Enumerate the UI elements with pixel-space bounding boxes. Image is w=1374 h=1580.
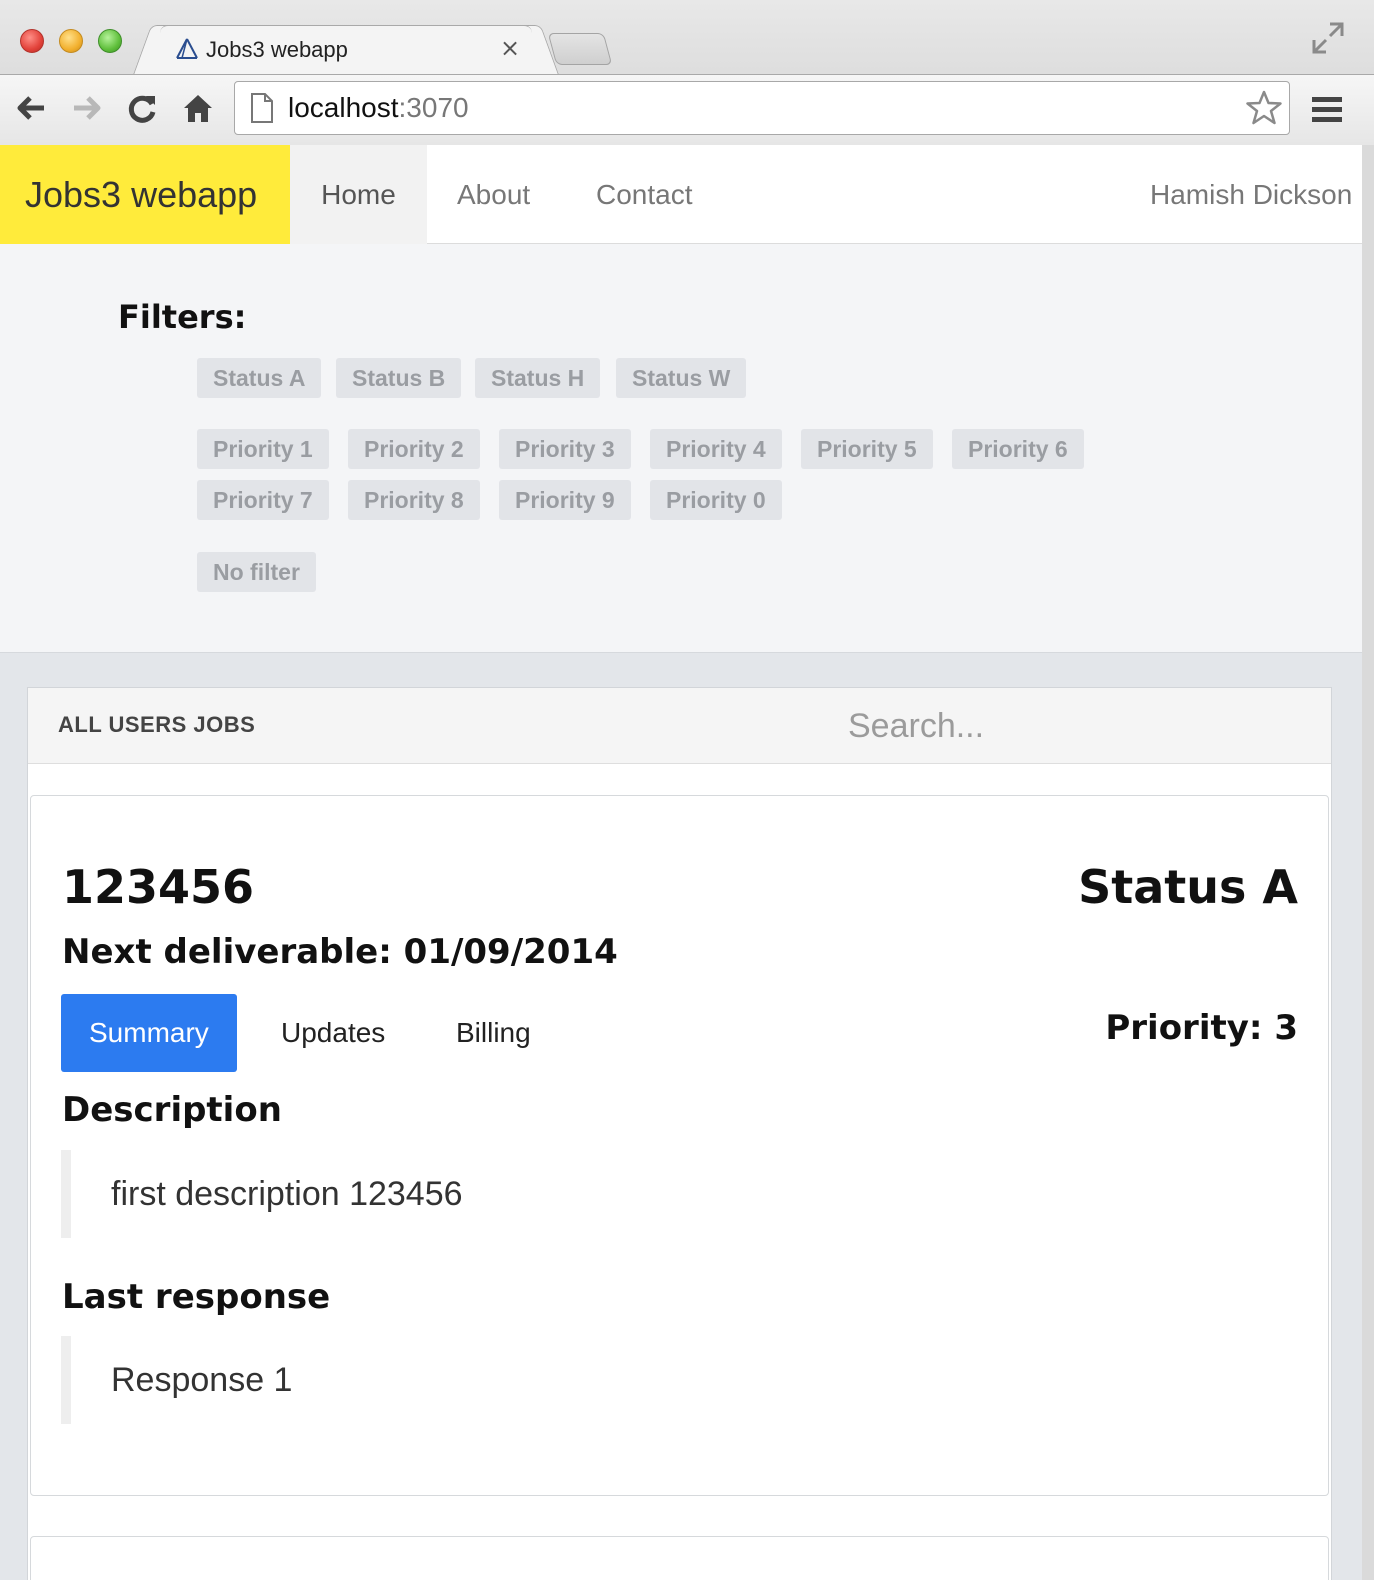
search-input[interactable] — [848, 702, 1298, 750]
zoom-window-button[interactable] — [98, 29, 122, 53]
filter-priority-8[interactable]: Priority 8 — [348, 480, 480, 520]
job-next-deliverable: Next deliverable: 01/09/2014 — [62, 932, 618, 972]
filter-priority-3[interactable]: Priority 3 — [499, 429, 631, 469]
nav-about[interactable]: About — [457, 145, 530, 244]
filter-priority-6[interactable]: Priority 6 — [952, 429, 1084, 469]
fullscreen-icon[interactable] — [1310, 20, 1346, 56]
home-icon[interactable] — [180, 90, 216, 126]
job-priority: Priority: 3 — [1105, 1008, 1298, 1048]
brand-logo[interactable]: Jobs3 webapp — [0, 145, 290, 244]
filter-priority-4[interactable]: Priority 4 — [650, 429, 782, 469]
job-card: 123456 Status A Next deliverable: 01/09/… — [30, 795, 1329, 1496]
new-tab-button[interactable] — [547, 33, 613, 65]
filter-priority-7[interactable]: Priority 7 — [197, 480, 329, 520]
page-icon — [251, 93, 273, 123]
filter-status-h[interactable]: Status H — [475, 358, 601, 398]
filter-priority-9[interactable]: Priority 9 — [499, 480, 631, 520]
last-response-title: Last response — [62, 1277, 331, 1317]
url-text[interactable]: localhost:3070 — [288, 92, 469, 124]
url-port: :3070 — [398, 92, 469, 123]
filter-none[interactable]: No filter — [197, 552, 316, 592]
tab-updates[interactable]: Updates — [281, 994, 385, 1072]
close-tab-icon[interactable]: × — [500, 34, 520, 62]
filter-priority-5[interactable]: Priority 5 — [801, 429, 933, 469]
filter-priority-1[interactable]: Priority 1 — [197, 429, 329, 469]
reload-icon[interactable] — [124, 90, 160, 126]
user-name[interactable]: Hamish Dickson — [1150, 145, 1352, 244]
close-window-button[interactable] — [20, 29, 44, 53]
filters-title: Filters: — [118, 298, 247, 336]
jobs-panel-title: ALL USERS JOBS — [58, 712, 256, 737]
last-response-text: Response 1 — [61, 1336, 661, 1424]
filter-priority-2[interactable]: Priority 2 — [348, 429, 480, 469]
app-navbar: Jobs3 webapp Home About Contact Hamish D… — [0, 145, 1362, 244]
menu-icon[interactable] — [1310, 94, 1344, 124]
description-text: first description 123456 — [61, 1150, 661, 1238]
filters-section: Filters: Status A Status B Status H Stat… — [0, 244, 1362, 653]
filter-status-b[interactable]: Status B — [336, 358, 462, 398]
page-edge — [1362, 145, 1374, 1580]
nav-contact[interactable]: Contact — [596, 145, 693, 244]
job-card-next — [30, 1536, 1329, 1580]
description-title: Description — [62, 1090, 282, 1130]
url-host: localhost — [288, 92, 399, 123]
favicon-icon — [176, 38, 198, 59]
filter-status-w[interactable]: Status W — [616, 358, 747, 398]
jobs-panel-header: ALL USERS JOBS — [28, 688, 1331, 764]
jobs-panel: ALL USERS JOBS 123456 Status A Next deli… — [27, 687, 1332, 1580]
filter-status-a[interactable]: Status A — [197, 358, 322, 398]
bookmark-star-icon[interactable] — [1244, 90, 1284, 126]
tab-title: Jobs3 webapp — [206, 37, 348, 62]
forward-arrow-icon[interactable] — [68, 90, 104, 126]
nav-home[interactable]: Home — [290, 145, 427, 244]
tab-billing[interactable]: Billing — [456, 994, 531, 1072]
job-id: 123456 — [62, 860, 255, 914]
back-arrow-icon[interactable] — [14, 90, 50, 126]
job-status: Status A — [1078, 860, 1298, 914]
tab-summary[interactable]: Summary — [61, 994, 237, 1072]
minimize-window-button[interactable] — [59, 29, 83, 53]
filter-priority-0[interactable]: Priority 0 — [650, 480, 782, 520]
